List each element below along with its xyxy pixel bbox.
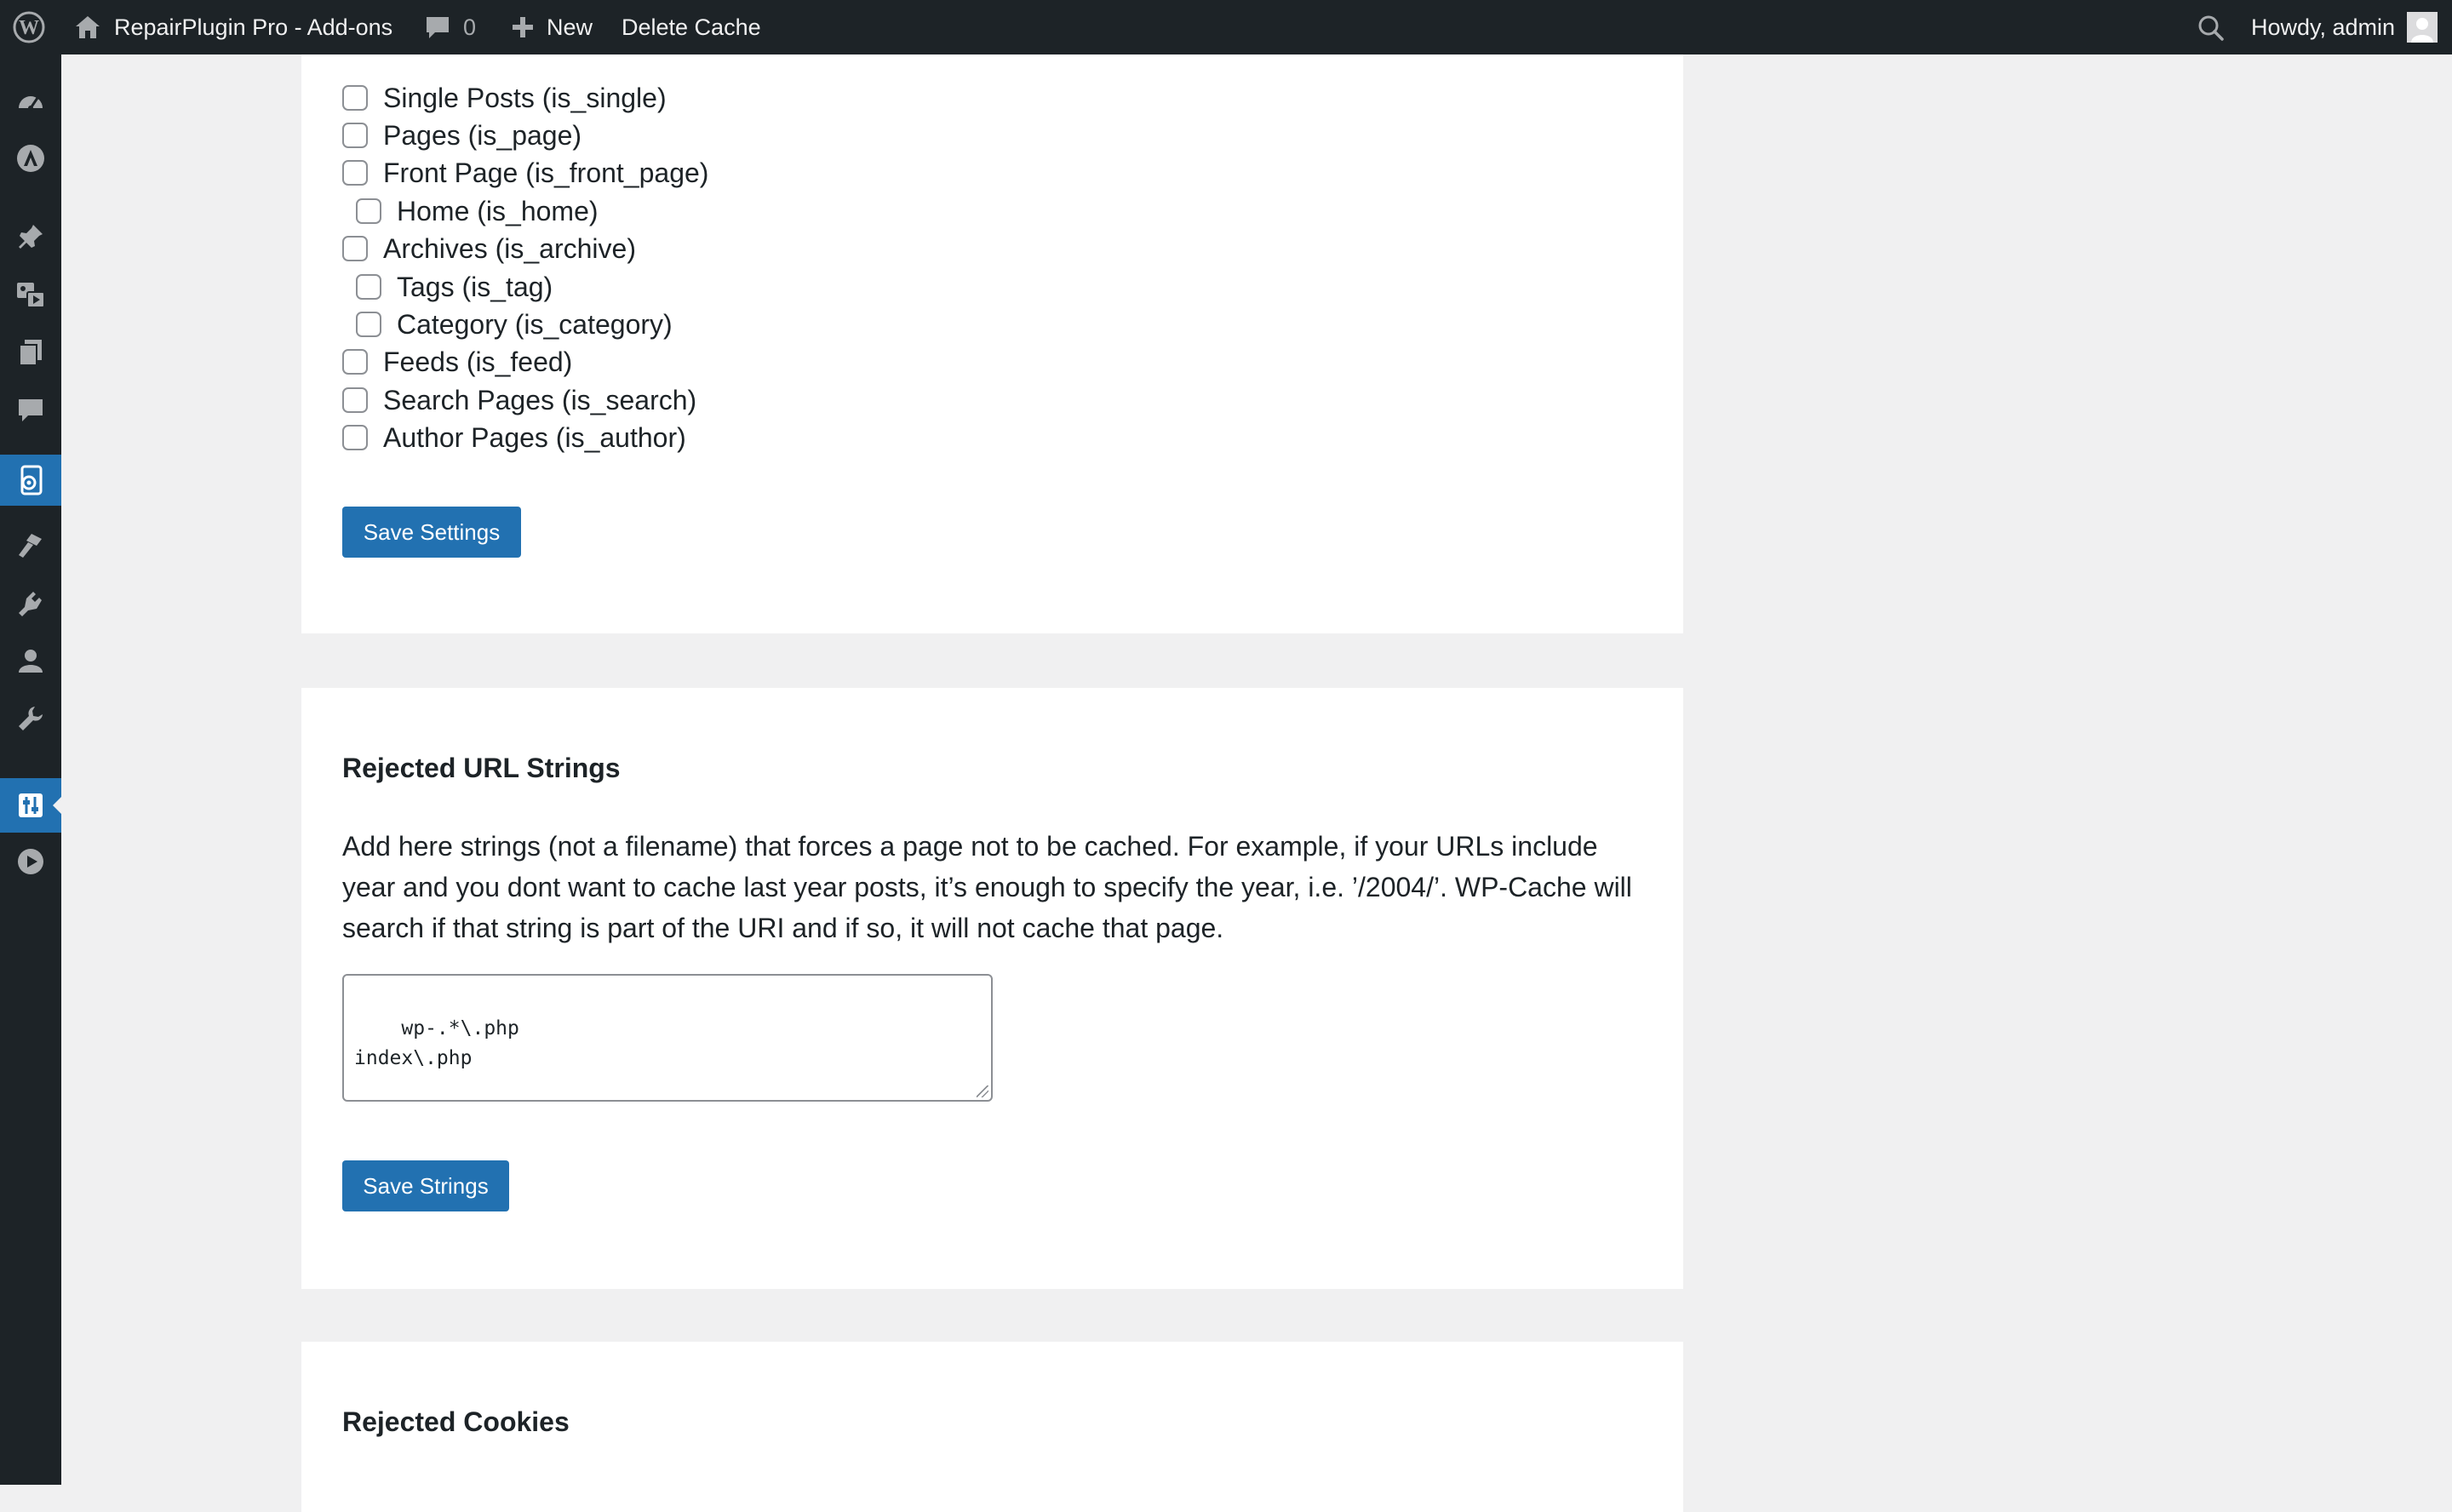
option-single-posts[interactable]: Single Posts (is_single) bbox=[342, 81, 667, 115]
option-label: Single Posts (is_single) bbox=[383, 83, 667, 113]
save-strings-button[interactable]: Save Strings bbox=[342, 1160, 509, 1211]
resize-handle[interactable] bbox=[977, 1085, 988, 1097]
option-label: Home (is_home) bbox=[397, 196, 599, 226]
option-tags[interactable]: Tags (is_tag) bbox=[356, 270, 553, 304]
site-name-label: RepairPlugin Pro - Add-ons bbox=[114, 14, 393, 40]
option-label: Search Pages (is_search) bbox=[383, 385, 697, 415]
option-label: Feeds (is_feed) bbox=[383, 346, 573, 377]
site-name-link[interactable]: RepairPlugin Pro - Add-ons bbox=[73, 0, 392, 54]
save-settings-button[interactable]: Save Settings bbox=[342, 507, 521, 558]
option-label: Pages (is_page) bbox=[383, 120, 582, 151]
section-description: Add here strings (not a filename) that f… bbox=[342, 831, 1632, 943]
astra-icon[interactable] bbox=[0, 135, 61, 182]
option-home[interactable]: Home (is_home) bbox=[356, 194, 599, 228]
rejected-cookies-card: Rejected Cookies bbox=[301, 1342, 1683, 1512]
media-icon[interactable] bbox=[0, 271, 61, 318]
checkbox[interactable] bbox=[356, 198, 381, 224]
option-label: Front Page (is_front_page) bbox=[383, 158, 709, 188]
checkbox[interactable] bbox=[356, 312, 381, 337]
repairplugin-icon[interactable] bbox=[0, 455, 61, 506]
checkbox[interactable] bbox=[342, 236, 368, 261]
checkbox[interactable] bbox=[342, 387, 368, 413]
option-label: Author Pages (is_author) bbox=[383, 422, 686, 453]
section-title: Rejected URL Strings bbox=[342, 753, 621, 783]
rejected-url-strings-card: Rejected URL Strings Add here strings (n… bbox=[301, 688, 1683, 1289]
checkbox[interactable] bbox=[342, 160, 368, 186]
checkbox[interactable] bbox=[342, 425, 368, 450]
cache-conditions-card: Single Posts (is_single) Pages (is_page)… bbox=[301, 54, 1683, 633]
plugins-icon[interactable] bbox=[0, 579, 61, 627]
settings-icon[interactable] bbox=[0, 778, 61, 833]
play-icon[interactable] bbox=[0, 838, 61, 885]
option-label: Category (is_category) bbox=[397, 309, 673, 340]
active-menu-arrow bbox=[53, 797, 61, 814]
checkbox[interactable] bbox=[342, 349, 368, 375]
comments-count: 0 bbox=[463, 14, 477, 40]
option-author-pages[interactable]: Author Pages (is_author) bbox=[342, 421, 686, 455]
section-title: Rejected Cookies bbox=[342, 1406, 570, 1437]
option-label: Archives (is_archive) bbox=[383, 233, 636, 264]
delete-cache-label: Delete Cache bbox=[622, 14, 761, 40]
option-archives[interactable]: Archives (is_archive) bbox=[342, 232, 636, 266]
greeting-label: Howdy, admin bbox=[2251, 14, 2396, 40]
option-category[interactable]: Category (is_category) bbox=[356, 307, 673, 341]
home-icon bbox=[73, 14, 102, 41]
avatar bbox=[2407, 12, 2438, 43]
wordpress-logo-icon[interactable]: W bbox=[7, 0, 51, 54]
checkbox[interactable] bbox=[342, 123, 368, 148]
users-icon[interactable] bbox=[0, 637, 61, 684]
delete-cache-link[interactable]: Delete Cache bbox=[622, 0, 761, 54]
tools-icon[interactable] bbox=[0, 695, 61, 742]
new-label: New bbox=[547, 14, 593, 40]
option-front-page[interactable]: Front Page (is_front_page) bbox=[342, 156, 708, 190]
checkbox[interactable] bbox=[356, 274, 381, 300]
option-pages[interactable]: Pages (is_page) bbox=[342, 118, 581, 152]
option-search-pages[interactable]: Search Pages (is_search) bbox=[342, 383, 696, 417]
checkbox[interactable] bbox=[342, 85, 368, 111]
appearance-icon[interactable] bbox=[0, 521, 61, 569]
option-feeds[interactable]: Feeds (is_feed) bbox=[342, 345, 572, 379]
rejected-url-strings-textarea[interactable]: wp-.*\.php index\.php bbox=[342, 974, 993, 1102]
new-content-link[interactable]: New bbox=[511, 0, 593, 54]
my-account-link[interactable]: Howdy, admin bbox=[2251, 0, 2438, 54]
pages-icon[interactable] bbox=[0, 329, 61, 376]
search-icon[interactable] bbox=[2193, 0, 2227, 54]
pin-icon[interactable] bbox=[0, 213, 61, 261]
option-label: Tags (is_tag) bbox=[397, 272, 553, 302]
plus-icon bbox=[511, 15, 535, 39]
admin-sidebar bbox=[0, 54, 61, 1485]
comments-icon[interactable] bbox=[0, 387, 61, 434]
admin-bar: W RepairPlugin Pro - Add-ons 0 New Delet… bbox=[0, 0, 2452, 54]
dashboard-icon[interactable] bbox=[0, 78, 61, 126]
textarea-value: wp-.*\.php index\.php bbox=[354, 1017, 519, 1069]
svg-text:W: W bbox=[19, 17, 39, 39]
comments-link[interactable]: 0 bbox=[424, 0, 476, 54]
comment-bubble-icon bbox=[424, 14, 451, 40]
